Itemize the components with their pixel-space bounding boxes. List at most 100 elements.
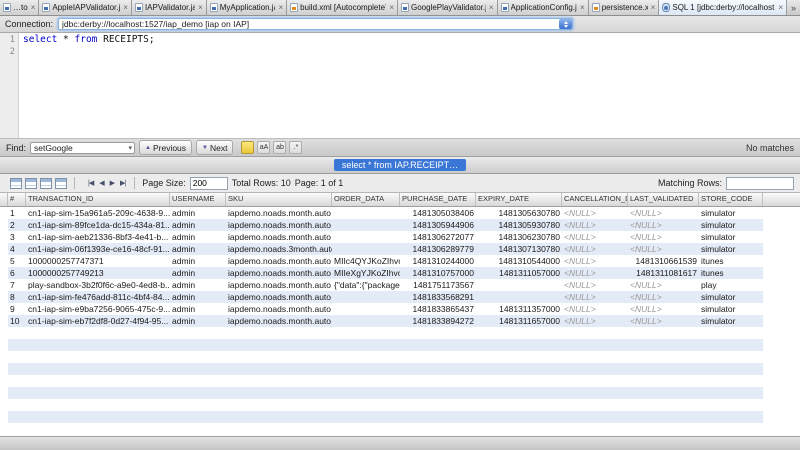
column-header[interactable]: EXPIRY_DATE	[476, 193, 562, 206]
table-row[interactable]: 2cn1-iap-sim-89fce1da-dc15-434a-81...adm…	[0, 219, 800, 231]
empty-row	[0, 351, 800, 363]
tab-label: ApplicationConfig.java	[511, 3, 578, 12]
table-row[interactable]: 1cn1-iap-sim-15a961a5-209c-4638-9...admi…	[0, 207, 800, 219]
editor-tab[interactable]: ApplicationConfig.java×	[498, 0, 589, 15]
dropdown-arrows-icon[interactable]	[559, 19, 572, 29]
editor-tab[interactable]: GooglePlayValidator.java×	[398, 0, 498, 15]
tab-close-icon[interactable]: ×	[580, 4, 585, 12]
table-row[interactable]: 8cn1-iap-sim-fe476add-811c-4bf4-84...adm…	[0, 291, 800, 303]
column-header[interactable]: CANCELLATION_DATE	[562, 193, 628, 206]
editor-tab[interactable]: AppleIAPValidator.java×	[39, 0, 132, 15]
refresh-icon[interactable]	[55, 178, 67, 189]
find-options: aAab.*	[241, 141, 302, 154]
table-cell: <NULL>	[628, 243, 699, 255]
page-size-input[interactable]	[190, 177, 228, 190]
table-cell	[332, 243, 400, 255]
tab-close-icon[interactable]: ×	[778, 4, 783, 12]
table-cell: 1481305630780	[476, 207, 562, 219]
column-header[interactable]: SKU	[226, 193, 332, 206]
last-page-icon[interactable]: ▶|	[118, 179, 127, 187]
connection-label: Connection:	[5, 19, 53, 29]
editor-tab[interactable]: SQL 1 [jdbc:derby://localhost:15…×	[659, 0, 787, 15]
first-page-icon[interactable]: |◀	[86, 179, 95, 187]
tab-close-icon[interactable]: ×	[278, 4, 283, 12]
tab-close-icon[interactable]: ×	[123, 4, 128, 12]
whole-words-icon[interactable]: ab	[273, 141, 286, 154]
table-view-icon[interactable]	[10, 178, 22, 189]
table-cell: play-sandbox-3b2f0f6c-a9e0-4ed8-b...	[26, 279, 170, 291]
grid-body[interactable]: 1cn1-iap-sim-15a961a5-209c-4638-9...admi…	[0, 207, 800, 436]
column-header[interactable]: #	[8, 193, 26, 206]
tab-close-icon[interactable]: ×	[651, 4, 656, 12]
editor-tab[interactable]: build.xml [AutocompleteText]×	[287, 0, 398, 15]
table-row[interactable]: 3cn1-iap-sim-aeb21336-8bf3-4e41-b...admi…	[0, 231, 800, 243]
column-header[interactable]: PURCHASE_DATE	[400, 193, 476, 206]
table-row[interactable]: 51000000257747371adminiapdemo.noads.mont…	[0, 255, 800, 267]
tab-label: MyApplication.java	[220, 3, 276, 12]
empty-row	[0, 363, 800, 375]
line-number: 2	[0, 46, 15, 58]
editor-tab[interactable]: …tor]×	[0, 0, 39, 15]
find-input[interactable]: setGoogle ▾	[30, 142, 135, 154]
table-row[interactable]: 9cn1-iap-sim-e9ba7256-9065-475c-9...admi…	[0, 303, 800, 315]
row-corner	[0, 243, 8, 255]
delete-record-icon[interactable]	[40, 178, 52, 189]
table-cell: <NULL>	[628, 315, 699, 327]
column-header[interactable]: LAST_VALIDATED	[628, 193, 699, 206]
find-next-button[interactable]: ▼ Next	[196, 140, 233, 155]
table-cell: cn1-iap-sim-eb7f2df8-0d27-4f94-95...	[26, 315, 170, 327]
table-cell: 9	[8, 303, 26, 315]
results-window-titlebar[interactable]: select * from IAP.RECEIPT…	[0, 157, 800, 174]
table-cell: 1481310244000	[400, 255, 476, 267]
sql-file-icon	[662, 3, 670, 12]
editor-tab[interactable]: IAPValidator.java×	[132, 0, 207, 15]
row-corner	[0, 219, 8, 231]
column-header[interactable]: STORE_CODE	[699, 193, 763, 206]
tab-label: build.xml [AutocompleteText]	[300, 3, 386, 12]
sql-editor[interactable]: 12 select * from RECEIPTS;	[0, 33, 800, 139]
sql-code-area[interactable]: select * from RECEIPTS;	[19, 33, 800, 138]
table-cell: iapdemo.noads.month.auto	[226, 291, 332, 303]
previous-page-icon[interactable]: ◀	[97, 179, 105, 187]
tab-close-icon[interactable]: ×	[31, 4, 36, 12]
find-previous-button[interactable]: ▲ Previous	[139, 140, 192, 155]
tab-close-icon[interactable]: ×	[489, 4, 494, 12]
table-cell: admin	[170, 303, 226, 315]
regexp-icon[interactable]: .*	[289, 141, 302, 154]
row-corner	[0, 327, 8, 339]
table-cell	[332, 231, 400, 243]
table-row[interactable]: 61000000257749213adminiapdemo.noads.mont…	[0, 267, 800, 279]
table-cell: admin	[170, 219, 226, 231]
editor-tab[interactable]: persistence.xml×	[589, 0, 660, 15]
next-page-icon[interactable]: ▶	[108, 179, 116, 187]
table-row[interactable]: 7play-sandbox-3b2f0f6c-a9e0-4ed8-b...adm…	[0, 279, 800, 291]
table-cell: 1481306289779	[400, 243, 476, 255]
table-cell: 4	[8, 243, 26, 255]
column-header[interactable]: TRANSACTION_ID	[26, 193, 170, 206]
column-header[interactable]: USERNAME	[170, 193, 226, 206]
column-header[interactable]: ORDER_DATA	[332, 193, 400, 206]
empty-cell	[8, 411, 763, 423]
table-row[interactable]: 4cn1-iap-sim-06f1393e-ce16-48cf-91...adm…	[0, 243, 800, 255]
table-cell: admin	[170, 279, 226, 291]
table-row[interactable]: 10cn1-iap-sim-eb7f2df8-0d27-4f94-95...ad…	[0, 315, 800, 327]
match-case-icon[interactable]: aA	[257, 141, 270, 154]
matching-rows-input[interactable]	[726, 177, 794, 190]
insert-record-icon[interactable]	[25, 178, 37, 189]
table-cell: 1481305930780	[476, 219, 562, 231]
tab-close-icon[interactable]: ×	[389, 4, 394, 12]
connection-select[interactable]: jdbc:derby://localhost:1527/iap_demo [ia…	[58, 18, 573, 30]
row-corner	[0, 315, 8, 327]
table-cell: <NULL>	[628, 291, 699, 303]
editor-tab[interactable]: MyApplication.java×	[207, 0, 287, 15]
highlight-results-icon[interactable]	[241, 141, 254, 154]
chevron-down-icon[interactable]: ▾	[129, 144, 133, 152]
tab-close-icon[interactable]: ×	[198, 4, 203, 12]
xml-file-icon	[592, 3, 600, 12]
matching-rows-label: Matching Rows:	[658, 178, 722, 188]
tab-label: persistence.xml	[602, 3, 648, 12]
table-cell: 1481306230780	[476, 231, 562, 243]
table-cell: <NULL>	[628, 303, 699, 315]
tab-overflow-icon[interactable]: »	[787, 0, 800, 15]
table-cell: <NULL>	[562, 219, 628, 231]
